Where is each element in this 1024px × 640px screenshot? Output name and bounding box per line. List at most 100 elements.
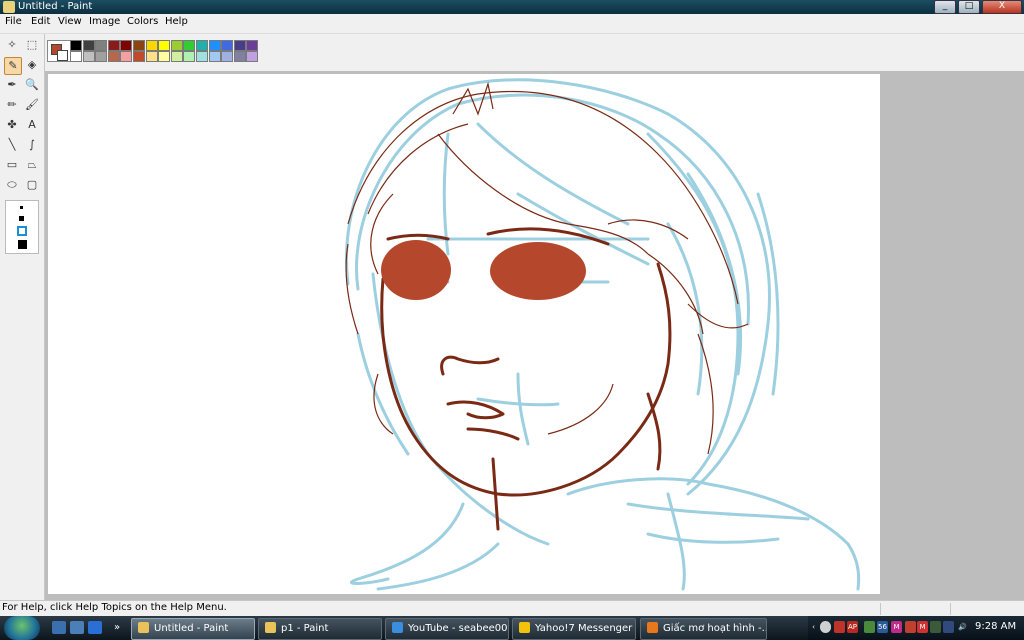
size-option-2[interactable] [19, 216, 24, 221]
minimize-button[interactable]: _ [934, 0, 956, 14]
menu-bar: File Edit View Image Colors Help [0, 14, 1024, 34]
color-swatch[interactable] [120, 51, 133, 62]
menu-edit[interactable]: Edit [31, 16, 50, 27]
size-option-3-selected[interactable] [17, 226, 27, 236]
pencil-tool[interactable]: ✏ [4, 97, 20, 113]
taskbar-task[interactable]: p1 - Paint [258, 618, 382, 640]
tray-volume-icon[interactable]: 🔊 [957, 621, 968, 633]
maximize-button[interactable]: □ [958, 0, 980, 14]
show-desktop-icon[interactable] [52, 621, 66, 634]
color-picker-tool[interactable]: ✒ [4, 77, 20, 93]
tray-expand-icon[interactable]: ‹ [808, 621, 819, 633]
color-swatch[interactable] [133, 40, 145, 51]
rectangle-tool[interactable]: ▭ [4, 157, 20, 173]
free-select-icon: ✧ [7, 38, 17, 51]
portrait-sketch [345, 78, 861, 591]
color-swatch[interactable] [221, 51, 234, 62]
background-color[interactable] [57, 50, 68, 61]
internet-explorer-icon[interactable] [88, 621, 102, 634]
rect-select-tool[interactable]: ⬚ [24, 37, 40, 53]
rounded-rect-tool[interactable]: ▢ [24, 177, 40, 193]
tray-network-meter-icon[interactable] [864, 621, 875, 633]
size-option-1[interactable] [20, 206, 23, 209]
tray-speed-icon[interactable]: 56 [877, 621, 888, 633]
color-swatch[interactable] [107, 40, 120, 51]
color-swatch[interactable] [107, 51, 120, 62]
menu-file[interactable]: File [5, 16, 22, 27]
clock[interactable]: 9:28 AM [975, 621, 1016, 632]
tray-sync-icon[interactable] [930, 621, 941, 633]
menu-colors[interactable]: Colors [127, 16, 158, 27]
color-swatch[interactable] [82, 51, 95, 62]
brush-tool[interactable]: 🖌 [24, 97, 40, 113]
drawing-canvas[interactable] [48, 74, 880, 594]
tray-messenger-icon[interactable]: M [891, 621, 902, 633]
taskbar-task[interactable]: Giấc mơ hoạt hình -... [640, 618, 767, 640]
color-swatch[interactable] [170, 40, 183, 51]
color-swatch[interactable] [183, 51, 196, 62]
color-swatch[interactable] [196, 40, 208, 51]
airbrush-tool[interactable]: ✤ [4, 117, 20, 133]
color-swatch[interactable] [133, 51, 145, 62]
color-swatch[interactable] [158, 40, 171, 51]
color-swatch[interactable] [233, 40, 246, 51]
color-swatch[interactable] [208, 40, 221, 51]
color-swatch[interactable] [95, 51, 108, 62]
menu-help[interactable]: Help [165, 16, 188, 27]
menu-image[interactable]: Image [89, 16, 120, 27]
fill-tool[interactable]: ◈ [24, 57, 40, 73]
airbrush-icon: ✤ [7, 118, 17, 131]
switch-windows-icon[interactable] [70, 621, 84, 634]
taskbar-task[interactable]: Untitled - Paint [131, 618, 255, 640]
color-swatch[interactable] [82, 40, 95, 51]
rect-select-icon: ⬚ [26, 38, 38, 51]
color-swatch[interactable] [246, 40, 259, 51]
brush-icon: 🖌 [25, 98, 39, 111]
left-eye-fill [381, 240, 451, 300]
eraser-icon: ✎ [8, 59, 18, 72]
magnifier-tool[interactable]: 🔍 [24, 77, 40, 93]
size-option-4[interactable] [18, 240, 27, 249]
task-app-icon [519, 622, 530, 633]
color-swatch[interactable] [246, 51, 259, 62]
color-swatch[interactable] [221, 40, 234, 51]
brush-size-selector[interactable] [5, 200, 39, 254]
color-swatch[interactable] [208, 51, 221, 62]
current-colors[interactable] [47, 40, 71, 62]
color-swatch[interactable] [158, 51, 171, 62]
color-swatch[interactable] [70, 51, 82, 62]
color-swatch[interactable] [95, 40, 108, 51]
tray-app-icon[interactable] [820, 621, 831, 633]
menu-view[interactable]: View [58, 16, 82, 27]
task-app-icon [138, 622, 149, 633]
color-swatch[interactable] [70, 40, 82, 51]
line-tool[interactable]: ╲ [4, 137, 20, 153]
brush-size-options [17, 206, 27, 249]
tray-antivirus-icon[interactable] [834, 621, 845, 633]
curve-tool[interactable]: ∫ [24, 137, 40, 153]
color-swatch[interactable] [120, 40, 133, 51]
color-swatch[interactable] [233, 51, 246, 62]
polygon-tool[interactable]: ⏢ [24, 157, 40, 173]
tray-m-icon[interactable]: M [917, 621, 928, 633]
eraser-tool[interactable]: ✎ [4, 57, 22, 75]
task-app-icon [392, 622, 403, 633]
quick-launch-more-icon[interactable]: » [110, 621, 124, 634]
tray-app2-icon[interactable] [905, 621, 916, 633]
color-swatch[interactable] [183, 40, 196, 51]
free-select-tool[interactable]: ✧ [4, 37, 20, 53]
taskbar-task[interactable]: Yahoo!7 Messenger [512, 618, 636, 640]
tray-ap-icon[interactable]: AP [847, 621, 858, 633]
start-button[interactable] [4, 616, 40, 640]
taskbar-task[interactable]: YouTube - seabee00... [385, 618, 509, 640]
close-button[interactable]: X [982, 0, 1022, 14]
text-icon: A [28, 118, 36, 131]
color-swatch[interactable] [145, 40, 158, 51]
ellipse-tool[interactable]: ⬭ [4, 177, 20, 193]
color-swatch[interactable] [196, 51, 208, 62]
tray-network-icon[interactable] [943, 621, 954, 633]
color-swatch[interactable] [170, 51, 183, 62]
color-swatch[interactable] [145, 51, 158, 62]
paint-app-icon [3, 1, 15, 13]
text-tool[interactable]: A [24, 117, 40, 133]
